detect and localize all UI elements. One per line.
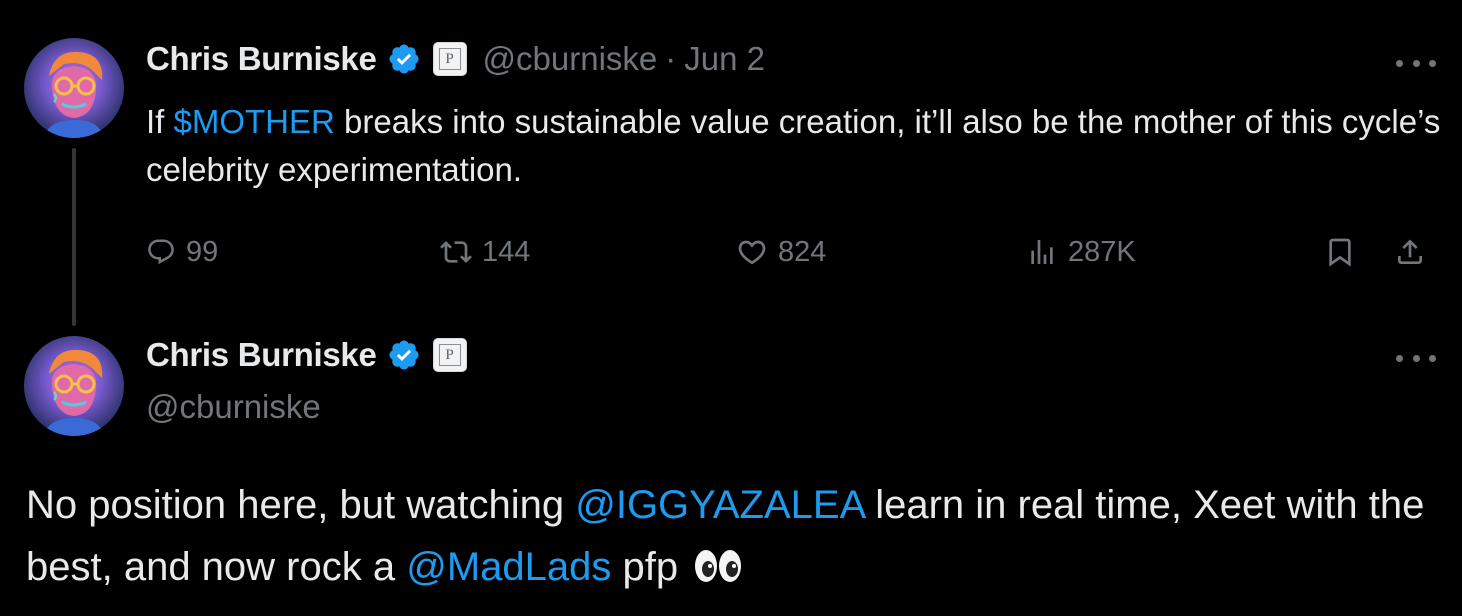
mention-link[interactable]: @MadLads	[406, 545, 611, 589]
share-icon	[1398, 239, 1422, 264]
affiliate-badge-glyph: P	[438, 48, 461, 70]
repost-button[interactable]: 144	[440, 228, 530, 276]
bookmark-button[interactable]	[1324, 228, 1356, 276]
cashtag-link[interactable]: $MOTHER	[174, 103, 335, 140]
affiliate-badge-icon[interactable]: P	[432, 42, 467, 76]
main-tweet-header: Chris Burniske P	[146, 336, 467, 374]
reply-icon	[148, 239, 174, 265]
tweet-action-bar: 99 144 824 287K	[146, 228, 1442, 276]
eyes-emoji-icon	[693, 548, 743, 584]
avatar[interactable]	[24, 38, 124, 138]
parent-tweet-text: If $MOTHER breaks into sustainable value…	[146, 98, 1442, 194]
separator-dot: ·	[665, 40, 677, 77]
avatar-image	[24, 336, 124, 436]
views-button[interactable]: 287K	[1026, 228, 1136, 276]
like-count: 824	[778, 235, 827, 268]
verified-badge-icon[interactable]	[387, 338, 421, 372]
text-segment: breaks into sustainable value creation, …	[146, 103, 1441, 188]
views-count: 287K	[1068, 235, 1136, 268]
author-name[interactable]: Chris Burniske	[146, 40, 377, 78]
avatar-image	[24, 38, 124, 138]
repost-count: 144	[482, 235, 531, 268]
repost-icon	[440, 241, 472, 263]
text-segment: pfp	[611, 545, 679, 589]
mention-link[interactable]: @IGGYAZALEA	[575, 483, 864, 527]
tweet-date[interactable]: Jun 2	[684, 40, 765, 78]
like-button[interactable]: 824	[736, 228, 826, 276]
share-button[interactable]	[1394, 228, 1426, 276]
verified-badge-icon[interactable]	[387, 42, 421, 76]
bookmark-icon	[1329, 238, 1351, 267]
like-icon	[738, 240, 766, 265]
thread-connector-line	[72, 148, 76, 326]
more-options-icon[interactable]	[1396, 57, 1436, 69]
main-tweet-text: No position here, but watching @IGGYAZAL…	[26, 474, 1446, 598]
reply-count: 99	[186, 235, 219, 268]
affiliate-badge-glyph: P	[438, 344, 461, 366]
views-icon	[1031, 240, 1053, 264]
author-handle[interactable]: @cburniske	[483, 40, 658, 78]
parent-tweet-header: Chris Burniske P @cburniske · Jun 2	[146, 40, 765, 78]
text-segment: If	[146, 103, 174, 140]
more-options-icon[interactable]	[1396, 352, 1436, 364]
affiliate-badge-icon[interactable]: P	[432, 338, 467, 372]
text-segment: No position here, but watching	[26, 483, 576, 527]
author-handle[interactable]: @cburniske	[146, 388, 321, 426]
author-name[interactable]: Chris Burniske	[146, 336, 377, 374]
avatar[interactable]	[24, 336, 124, 436]
reply-button[interactable]: 99	[146, 228, 218, 276]
